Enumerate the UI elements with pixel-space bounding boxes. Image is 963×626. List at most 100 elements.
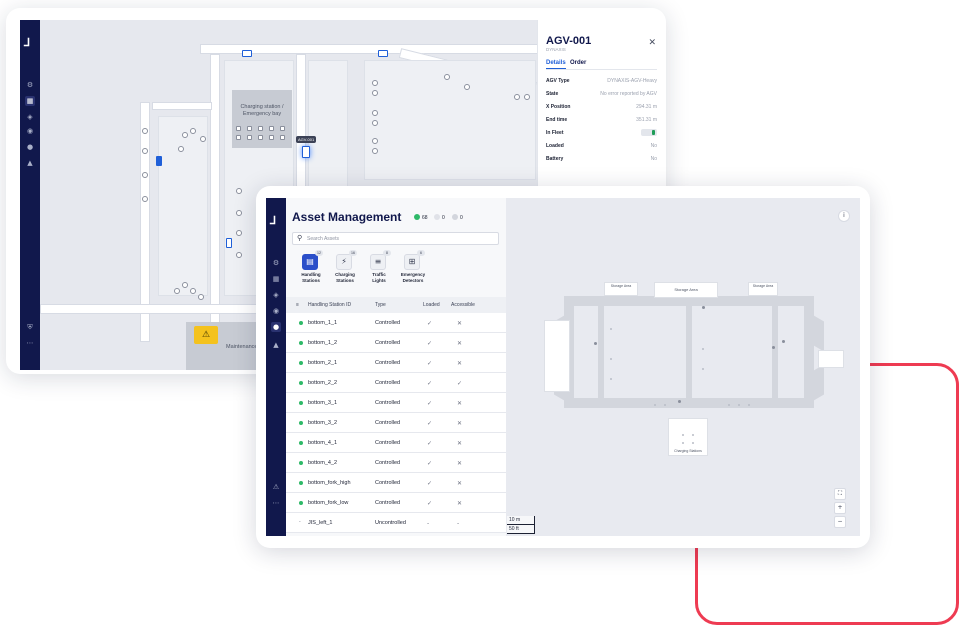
station-marker[interactable] [372, 80, 378, 86]
category-emergency-detectors[interactable]: ⊞ 6 Emergency Detectors [398, 250, 428, 290]
assets-icon[interactable]: ● [271, 322, 281, 332]
search-input[interactable] [307, 235, 487, 243]
tab-details[interactable]: Details [546, 60, 566, 69]
charging-slot[interactable] [236, 135, 241, 140]
table-row[interactable]: bottom_2_1 Controlled ✓ ✕ [286, 353, 506, 373]
station-marker[interactable] [372, 90, 378, 96]
station-marker[interactable] [190, 288, 196, 294]
map-storage-left[interactable]: Storage Area [604, 282, 638, 296]
map-asset-marker[interactable] [772, 346, 775, 349]
station-marker[interactable] [142, 128, 148, 134]
fit-screen-icon[interactable]: ⛶ [834, 488, 846, 500]
table-row[interactable]: bottom_1_2 Controlled ✓ ✕ [286, 333, 506, 353]
category-label: Emergency Detectors [400, 272, 426, 283]
filter-icon[interactable]: ≡ [296, 302, 299, 308]
table-row[interactable]: bottom_fork_high Controlled ✓ ✕ [286, 473, 506, 493]
eye-icon[interactable]: ◉ [25, 126, 35, 136]
map-asset-marker[interactable] [678, 400, 681, 403]
tab-order[interactable]: Order [570, 60, 586, 66]
category-charging-stations[interactable]: ⚡ 16 Charging Stations [330, 250, 360, 290]
map-icon[interactable]: ▦ [25, 96, 35, 106]
bell-icon[interactable]: ▲ [25, 158, 35, 168]
table-row[interactable]: bottom_3_1 Controlled ✓ ✕ [286, 393, 506, 413]
close-icon[interactable]: ✕ [648, 38, 656, 48]
shield-icon[interactable]: ⛨ [25, 322, 35, 332]
station-marker[interactable] [182, 132, 188, 138]
station-marker[interactable] [236, 210, 242, 216]
eye-icon[interactable]: ◉ [271, 306, 281, 316]
charging-slot[interactable] [247, 135, 252, 140]
table-row[interactable]: bottom_3_2 Controlled ✓ ✕ [286, 413, 506, 433]
charging-slot[interactable] [269, 126, 274, 131]
map-icon[interactable]: ▦ [271, 274, 281, 284]
station-marker[interactable] [142, 172, 148, 178]
warning-icon[interactable]: ⚠ [271, 482, 281, 492]
more-icon[interactable]: ⋯ [25, 338, 35, 348]
column-header-type[interactable]: Type [375, 302, 386, 308]
station-marker[interactable] [190, 128, 196, 134]
station-marker[interactable] [236, 188, 242, 194]
station-marker[interactable] [198, 294, 204, 300]
station-marker[interactable] [524, 94, 530, 100]
charging-slot[interactable] [269, 135, 274, 140]
station-marker[interactable] [514, 94, 520, 100]
station-marker[interactable] [142, 196, 148, 202]
zoom-out-icon[interactable]: − [834, 516, 846, 528]
more-icon[interactable]: ⋯ [271, 498, 281, 508]
charging-slot[interactable] [258, 126, 263, 131]
in-fleet-toggle[interactable] [641, 129, 657, 136]
column-header-accessible[interactable]: Accessible [451, 302, 475, 308]
table-row[interactable]: - JIS_left_1 Uncontrolled - - [286, 513, 506, 533]
category-handling-stations[interactable]: ▤ 12 Handling Stations [296, 250, 326, 290]
map-asset-marker[interactable] [594, 342, 597, 345]
charging-slot[interactable] [258, 135, 263, 140]
map-asset-marker[interactable] [782, 340, 785, 343]
gear-icon[interactable]: ⚙ [25, 80, 35, 90]
layers-icon[interactable]: ◈ [25, 112, 35, 122]
map-asset-marker[interactable] [702, 306, 705, 309]
category-traffic-lights[interactable]: ≡ 8 Traffic Lights [364, 250, 394, 290]
charging-slot[interactable] [280, 126, 285, 131]
assets-icon[interactable]: ● [25, 142, 35, 152]
column-header-id[interactable]: Handling Station ID [308, 302, 351, 308]
agv-selected[interactable] [302, 146, 310, 158]
agv-vehicle[interactable] [378, 50, 388, 57]
map-storage-right[interactable]: Storage Area [748, 282, 778, 296]
station-marker[interactable] [372, 110, 378, 116]
table-row[interactable]: bottom_2_2 Controlled ✓ ✓ [286, 373, 506, 393]
map-charging-stations[interactable]: Charging Stations [668, 418, 708, 456]
station-marker[interactable] [182, 282, 188, 288]
station-marker[interactable] [444, 74, 450, 80]
charging-slot[interactable] [280, 135, 285, 140]
table-row[interactable]: bottom_fork_low Controlled ✓ ✕ [286, 493, 506, 513]
bell-icon[interactable]: ▲ [271, 340, 281, 350]
station-marker[interactable] [372, 148, 378, 154]
station-marker[interactable] [372, 120, 378, 126]
info-icon[interactable]: i [838, 210, 850, 222]
agv-vehicle[interactable] [242, 50, 252, 57]
column-header-loaded[interactable]: Loaded [423, 302, 440, 308]
zoom-in-icon[interactable]: + [834, 502, 846, 514]
facility-map[interactable]: Storage Area Storage Area Storage Area C… [506, 198, 860, 536]
station-marker[interactable] [200, 136, 206, 142]
agv-vehicle[interactable] [226, 238, 232, 248]
table-row[interactable]: bottom_4_1 Controlled ✓ ✕ [286, 433, 506, 453]
map-storage-center[interactable]: Storage Area [654, 282, 718, 298]
station-marker[interactable] [464, 84, 470, 90]
station-marker[interactable] [236, 252, 242, 258]
station-marker[interactable] [142, 148, 148, 154]
charging-slot[interactable] [236, 126, 241, 131]
gear-icon[interactable]: ⚙ [271, 258, 281, 268]
map-zone-right[interactable] [818, 350, 844, 368]
charging-slot[interactable] [247, 126, 252, 131]
station-marker[interactable] [236, 230, 242, 236]
search-field[interactable]: ⚲ [292, 232, 499, 245]
table-row[interactable]: bottom_4_2 Controlled ✓ ✕ [286, 453, 506, 473]
layers-icon[interactable]: ◈ [271, 290, 281, 300]
station-marker[interactable] [372, 138, 378, 144]
map-zone-left[interactable] [544, 320, 570, 392]
table-row[interactable]: bottom_1_1 Controlled ✓ ✕ [286, 313, 506, 333]
station-marker[interactable] [178, 146, 184, 152]
agv-vehicle[interactable] [156, 156, 162, 166]
station-marker[interactable] [174, 288, 180, 294]
